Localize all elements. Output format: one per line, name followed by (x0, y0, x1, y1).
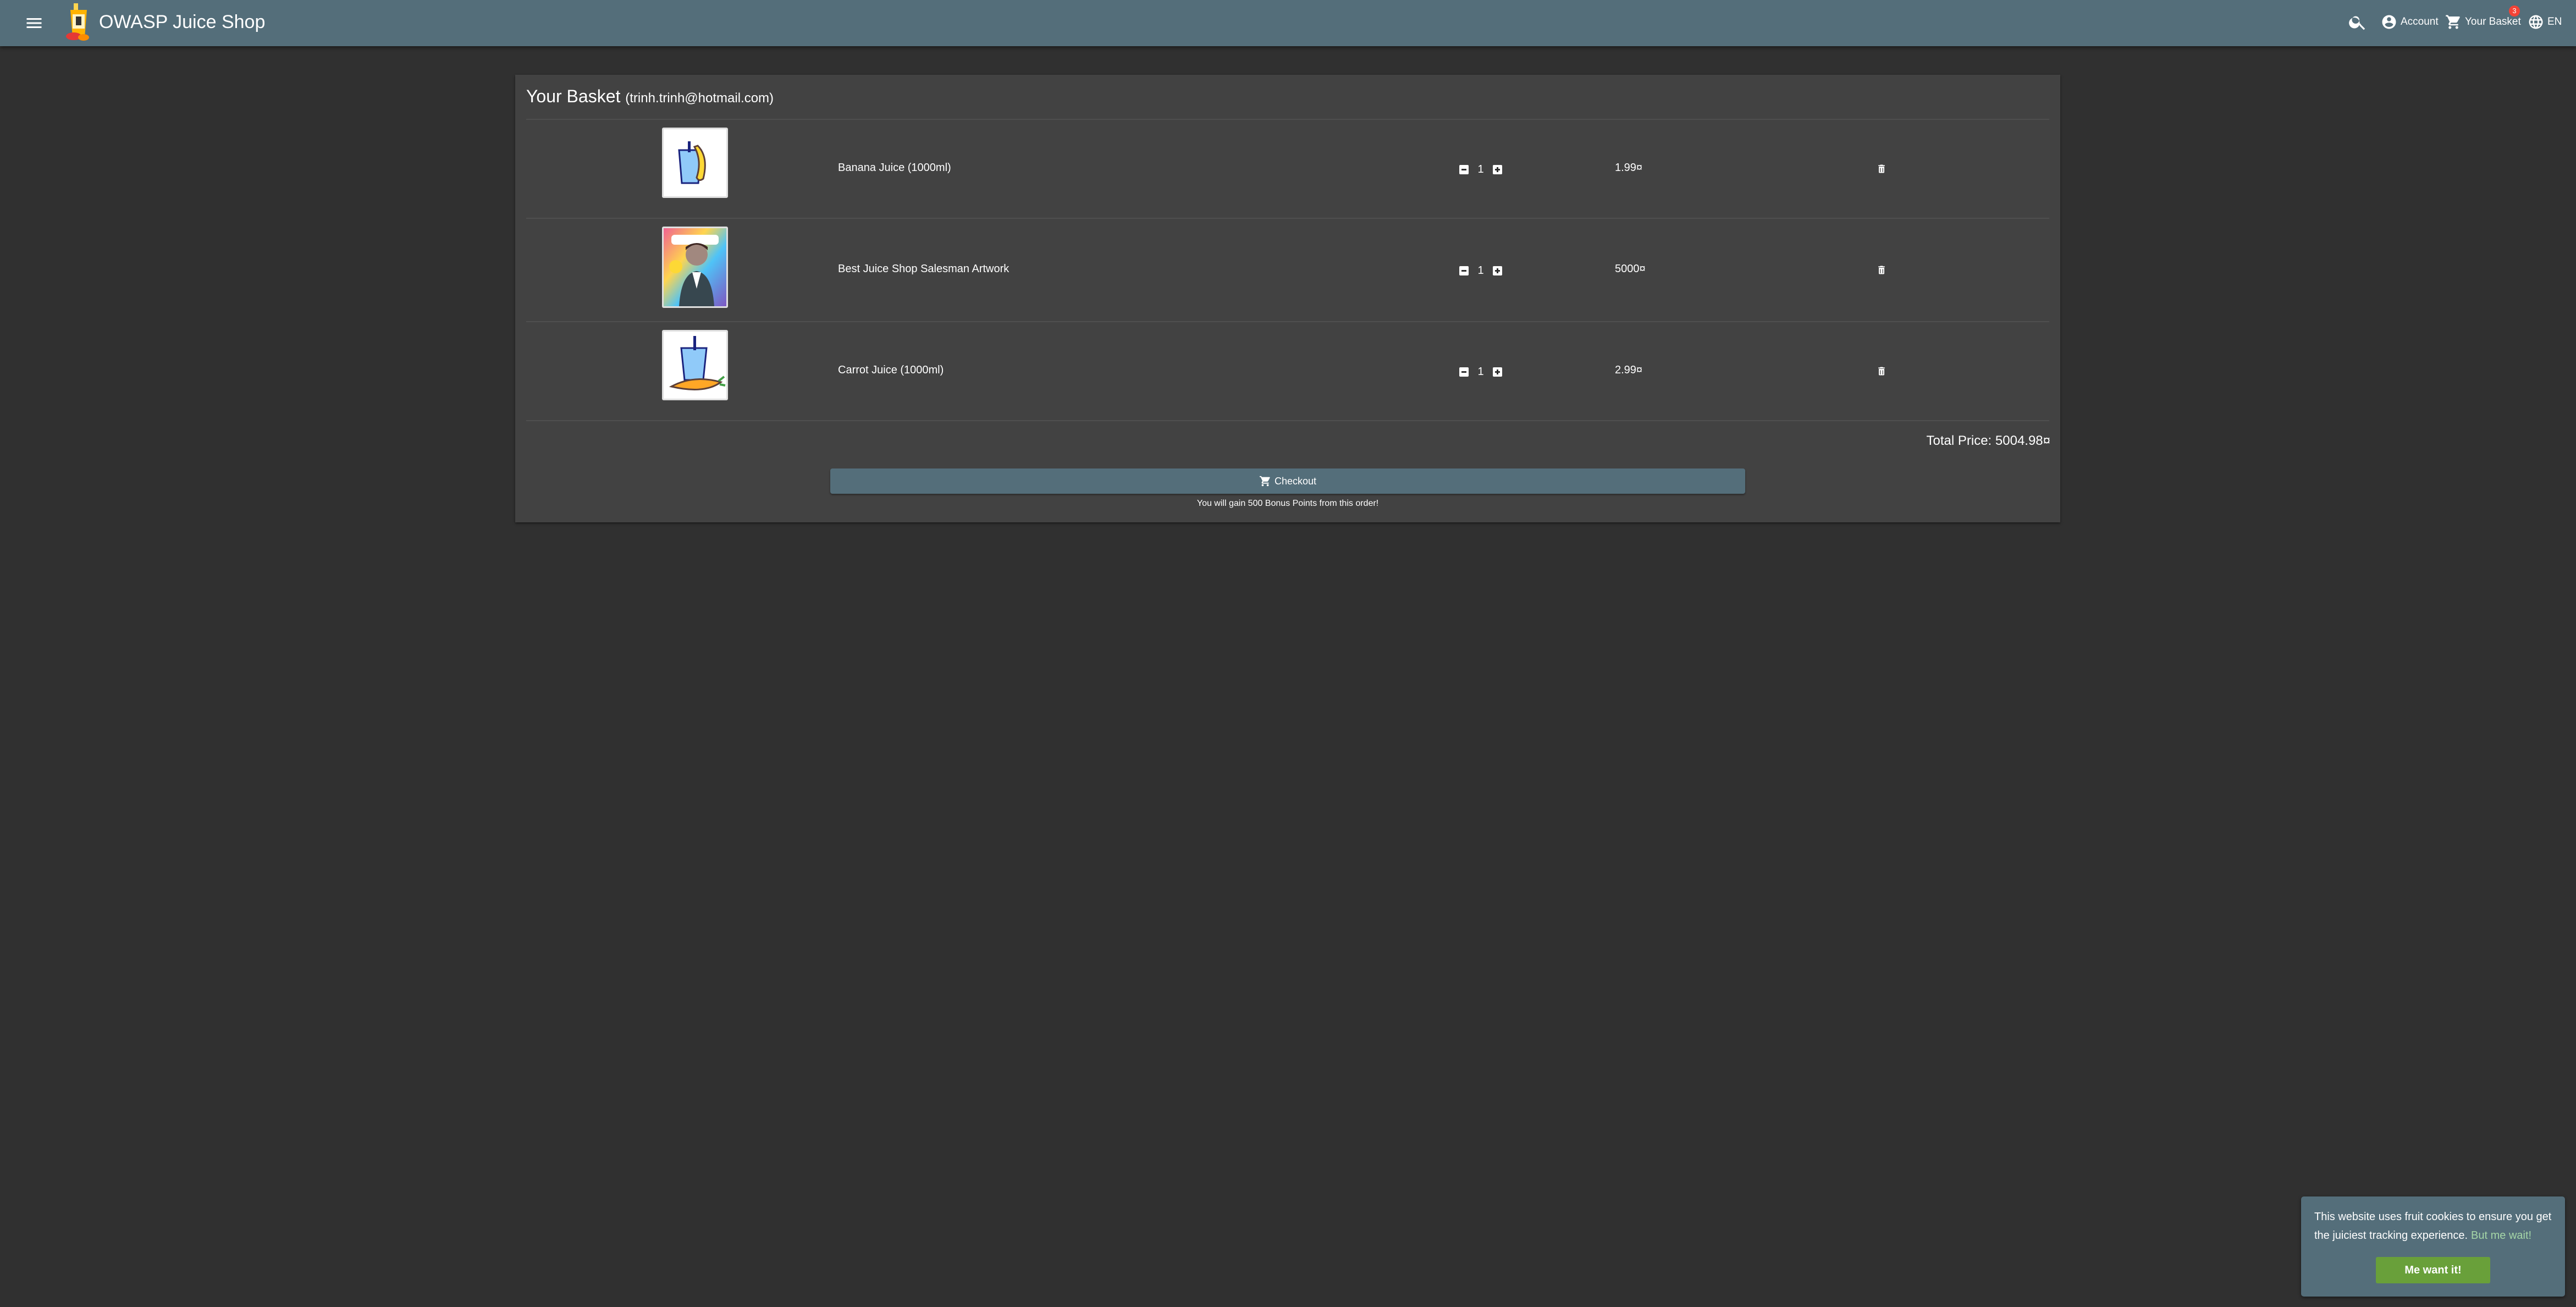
total-price: Total Price: 5004.98¤ (1926, 433, 2050, 448)
search-icon[interactable] (2348, 12, 2368, 32)
product-name: Carrot Juice (1000ml) (838, 364, 944, 376)
basket-card: Your Basket (trinh.trinh@hotmail.com) Ba… (515, 75, 2060, 522)
shopping-cart-icon (2445, 14, 2462, 30)
cookie-learn-more-link[interactable]: But me wait! (2471, 1229, 2531, 1242)
basket-heading: Your Basket (trinh.trinh@hotmail.com) (526, 85, 774, 110)
basket-user-email: (trinh.trinh@hotmail.com) (625, 91, 774, 106)
decrease-quantity-button[interactable] (1459, 266, 1469, 275)
account-circle-icon (2381, 14, 2397, 30)
decrease-quantity-button[interactable] (1459, 165, 1469, 174)
increase-quantity-button[interactable] (1493, 266, 1502, 275)
cookie-message-container: This website uses fruit cookies to ensur… (2314, 1207, 2556, 1245)
top-toolbar: OWASP Juice Shop Account Your Basket 3 E… (0, 0, 2576, 46)
quantity-stepper: 1 (1459, 163, 1502, 176)
delete-icon[interactable] (1876, 365, 1887, 377)
bonus-points-text: You will gain 500 Bonus Points from this… (1196, 499, 1379, 508)
quantity-value: 1 (1477, 264, 1484, 277)
quantity-value: 1 (1477, 163, 1484, 175)
account-label: Account (2401, 16, 2439, 27)
account-button[interactable]: Account (2381, 12, 2439, 32)
language-label: EN (2547, 16, 2562, 27)
basket-row: Banana Juice (1000ml) 1 1.99¤ (526, 120, 2049, 219)
product-price: 1.99¤ (1615, 162, 1643, 174)
decrease-quantity-button[interactable] (1459, 367, 1469, 377)
quantity-value: 1 (1477, 366, 1484, 378)
globe-icon (2528, 14, 2544, 30)
product-name: Best Juice Shop Salesman Artwork (838, 263, 1010, 275)
basket-count-badge: 3 (2509, 5, 2520, 16)
product-image-banana-juice (662, 128, 728, 198)
cookie-accept-button[interactable]: Me want it! (2376, 1257, 2490, 1283)
delete-icon[interactable] (1876, 163, 1887, 175)
checkout-button[interactable]: Checkout (830, 468, 1745, 494)
quantity-stepper: 1 (1459, 264, 1502, 277)
increase-quantity-button[interactable] (1493, 165, 1502, 174)
product-price: 2.99¤ (1615, 364, 1643, 376)
basket-title: Your Basket (526, 86, 621, 106)
delete-icon[interactable] (1876, 264, 1887, 276)
juice-shop-logo[interactable] (62, 2, 97, 42)
shopping-cart-icon (1259, 475, 1271, 487)
basket-row: Best Juice Shop Salesman Artwork 1 5000¤ (526, 219, 2049, 322)
menu-icon[interactable] (24, 13, 44, 33)
increase-quantity-button[interactable] (1493, 367, 1502, 377)
cookie-consent-popup: This website uses fruit cookies to ensur… (2301, 1196, 2565, 1297)
basket-button[interactable]: Your Basket (2445, 12, 2521, 32)
basket-label: Your Basket (2465, 16, 2521, 27)
product-price: 5000¤ (1615, 263, 1646, 275)
product-image-salesman-artwork (662, 227, 728, 308)
quantity-stepper: 1 (1459, 366, 1502, 378)
language-button[interactable]: EN (2528, 12, 2562, 32)
basket-row: Carrot Juice (1000ml) 1 2.99¤ (526, 322, 2049, 421)
checkout-label: Checkout (1274, 475, 1317, 487)
app-title[interactable]: OWASP Juice Shop (99, 10, 265, 34)
product-name: Banana Juice (1000ml) (838, 162, 951, 174)
product-image-carrot-juice (662, 330, 728, 400)
